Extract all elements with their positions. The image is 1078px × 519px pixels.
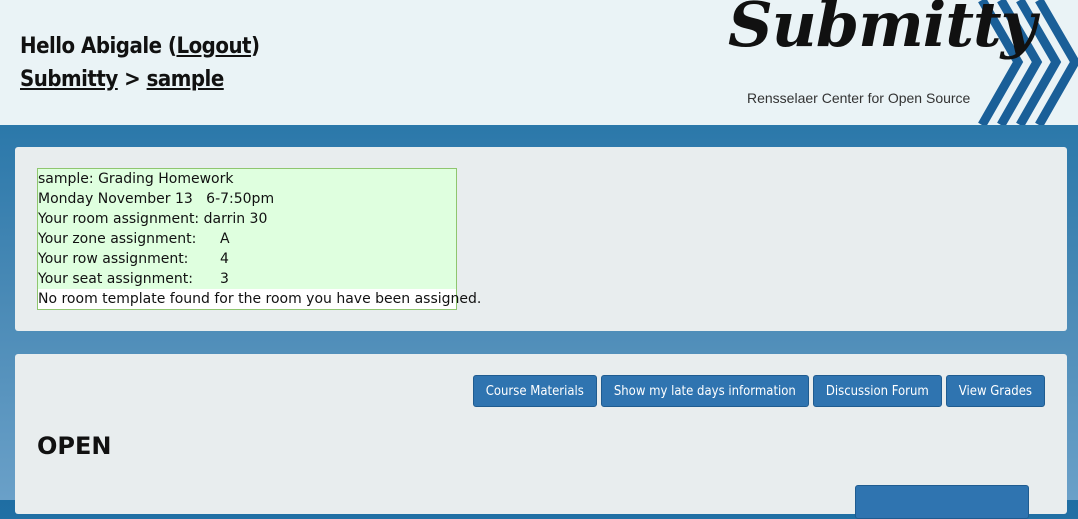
logo-subtitle: Rensselaer Center for Open Source	[747, 90, 971, 106]
room-assignment: Your room assignment: darrin 30	[38, 209, 456, 229]
exam-title: sample: Grading Homework	[38, 171, 234, 187]
breadcrumb-home-link[interactable]: Submitty	[20, 67, 118, 92]
greeting: Hello Abigale (Logout) Submitty > sample	[20, 30, 260, 96]
seating-panel: sample: Grading Homework Monday November…	[15, 147, 1067, 331]
row-value: 4	[220, 251, 229, 267]
zone-value: A	[220, 231, 230, 247]
room-template-note: No room template found for the room you …	[38, 289, 482, 309]
seat-value: 3	[220, 271, 229, 287]
close-paren: )	[251, 34, 260, 59]
seat-label: Your seat assignment:	[38, 271, 193, 287]
zone-label: Your zone assignment:	[38, 231, 197, 247]
nav-button-group: Course Materials Show my late days infor…	[472, 375, 1045, 407]
late-days-button[interactable]: Show my late days information	[600, 375, 809, 407]
course-materials-button[interactable]: Course Materials	[472, 375, 597, 407]
zone-assignment: Your zone assignment: A	[38, 229, 456, 249]
gradeables-panel: Course Materials Show my late days infor…	[15, 354, 1067, 519]
seating-assignment-box: sample: Grading Homework Monday November…	[37, 168, 482, 310]
exam-date: Monday November 13 6-7:50pm	[38, 191, 275, 207]
gradeable-action-button[interactable]	[855, 485, 1029, 519]
hello-text: Hello Abigale (	[20, 34, 177, 59]
breadcrumb: Submitty > sample	[20, 63, 260, 96]
section-title-open: OPEN	[37, 432, 112, 460]
view-grades-button[interactable]: View Grades	[945, 375, 1045, 407]
seat-assignment: Your seat assignment: 3	[38, 269, 456, 289]
row-assignment: Your row assignment: 4	[38, 249, 456, 269]
room-label: Your room assignment:	[38, 211, 204, 227]
breadcrumb-separator: >	[117, 67, 147, 92]
room-value: darrin 30	[203, 211, 268, 227]
discussion-forum-button[interactable]: Discussion Forum	[812, 375, 942, 407]
row-label: Your row assignment:	[38, 251, 189, 267]
header: Hello Abigale (Logout) Submitty > sample…	[0, 0, 1078, 125]
logout-link[interactable]: Logout	[176, 34, 251, 59]
submitty-logo[interactable]: Submitty Rensselaer Center for Open Sour…	[720, 0, 1078, 125]
breadcrumb-course-link[interactable]: sample	[147, 67, 225, 92]
logo-wordmark: Submitty	[728, 0, 1037, 61]
greeting-line: Hello Abigale (Logout)	[20, 30, 260, 63]
